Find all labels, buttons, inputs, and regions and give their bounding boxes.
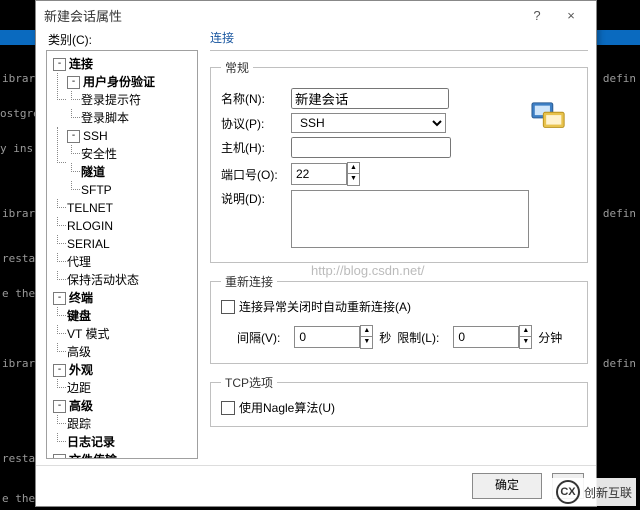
interval-label: 间隔(V): [237,329,280,346]
port-label: 端口号(O): [221,166,291,183]
interval-spinner[interactable]: ▲▼ [294,325,373,349]
session-icon [530,99,568,135]
spin-up-icon[interactable]: ▲ [361,326,372,337]
tree-vt[interactable]: VT 模式 [67,327,109,341]
tree-rlogin[interactable]: RLOGIN [67,219,113,233]
ok-button[interactable]: 确定 [472,473,542,499]
expand-icon[interactable]: - [67,130,80,143]
tree-trace[interactable]: 跟踪 [67,417,91,431]
nagle-checkbox[interactable]: 使用Nagle算法(U) [221,399,577,416]
tree-proxy[interactable]: 代理 [67,255,91,269]
tree-appearance[interactable]: 外观 [69,363,93,377]
expand-icon[interactable]: - [67,76,80,89]
host-input[interactable] [291,137,451,158]
tree-ssh[interactable]: SSH [83,129,108,143]
checkbox-icon[interactable] [221,401,235,415]
expand-icon[interactable]: - [53,364,66,377]
tree-tunnel[interactable]: 隧道 [81,165,105,179]
tree-serial[interactable]: SERIAL [67,237,110,251]
limit-label: 限制(L): [397,329,439,346]
group-reconnect: 重新连接 连接异常关闭时自动重新连接(A) 间隔(V): ▲▼ 秒 限制(L): [210,273,588,364]
brand-badge: CX 创新互联 [552,478,636,506]
brand-icon: CX [556,480,580,504]
group-tcp: TCP选项 使用Nagle算法(U) [210,374,588,427]
tree-term-adv[interactable]: 高级 [67,345,91,359]
reconnect-label: 连接异常关闭时自动重新连接(A) [239,298,411,315]
spin-up-icon[interactable]: ▲ [520,326,531,337]
reconnect-checkbox[interactable]: 连接异常关闭时自动重新连接(A) [221,298,577,315]
spin-down-icon[interactable]: ▼ [520,337,531,347]
dialog-titlebar: 新建会话属性 ? × [36,1,596,29]
expand-icon[interactable]: - [53,58,66,71]
group-general: 常规 名称(N): 协议(P): SSH 主机(H): 端口号(O): [210,59,588,263]
protocol-label: 协议(P): [221,115,291,132]
minutes-label: 分钟 [538,329,562,346]
limit-input[interactable] [453,326,519,348]
name-label: 名称(N): [221,90,291,107]
name-input[interactable] [291,88,449,109]
tree-security[interactable]: 安全性 [81,147,117,161]
seconds-label: 秒 [379,329,391,346]
tree-connection[interactable]: 连接 [69,57,93,71]
tree-log[interactable]: 日志记录 [67,435,115,449]
tree-telnet[interactable]: TELNET [67,201,113,215]
host-label: 主机(H): [221,139,291,156]
group-tcp-legend: TCP选项 [221,374,277,391]
dialog-buttons: 确定 [36,465,596,506]
tree-keyboard[interactable]: 键盘 [67,309,91,323]
port-input[interactable] [291,163,347,185]
session-properties-dialog: 新建会话属性 ? × 类别(C): -连接 -用户身份验证 登录提示符 登录脚本 [35,0,597,507]
protocol-select[interactable]: SSH [291,113,446,133]
interval-input[interactable] [294,326,360,348]
group-reconnect-legend: 重新连接 [221,273,277,290]
checkbox-icon[interactable] [221,300,235,314]
tree-advanced[interactable]: 高级 [69,399,93,413]
tree-keepalive[interactable]: 保持活动状态 [67,273,139,287]
desc-textarea[interactable] [291,190,529,248]
spin-up-icon[interactable]: ▲ [348,163,359,174]
close-button[interactable]: × [554,8,588,23]
tree-sftp[interactable]: SFTP [81,183,112,197]
spin-down-icon[interactable]: ▼ [348,174,359,184]
tree-terminal[interactable]: 终端 [69,291,93,305]
brand-text: 创新互联 [584,484,632,501]
help-button[interactable]: ? [520,8,554,23]
tree-auth[interactable]: 用户身份验证 [83,75,155,89]
limit-spinner[interactable]: ▲▼ [453,325,532,349]
expand-icon[interactable]: - [53,400,66,413]
tree-margin[interactable]: 边距 [67,381,91,395]
desc-label: 说明(D): [221,190,291,207]
tree-login-script[interactable]: 登录脚本 [81,111,129,125]
category-label: 类别(C): [48,31,198,48]
port-spinner[interactable]: ▲▼ [291,162,360,186]
category-tree[interactable]: -连接 -用户身份验证 登录提示符 登录脚本 -SSH 安全性 [46,50,198,459]
spin-down-icon[interactable]: ▼ [361,337,372,347]
group-general-legend: 常规 [221,59,253,76]
tree-filetransfer[interactable]: 文件传输 [69,453,117,459]
panel-title: 连接 [210,29,588,51]
expand-icon[interactable]: - [53,292,66,305]
nagle-label: 使用Nagle算法(U) [239,399,335,416]
tree-login-prompt[interactable]: 登录提示符 [81,93,141,107]
expand-icon[interactable]: - [53,454,66,459]
dialog-title: 新建会话属性 [44,6,520,25]
